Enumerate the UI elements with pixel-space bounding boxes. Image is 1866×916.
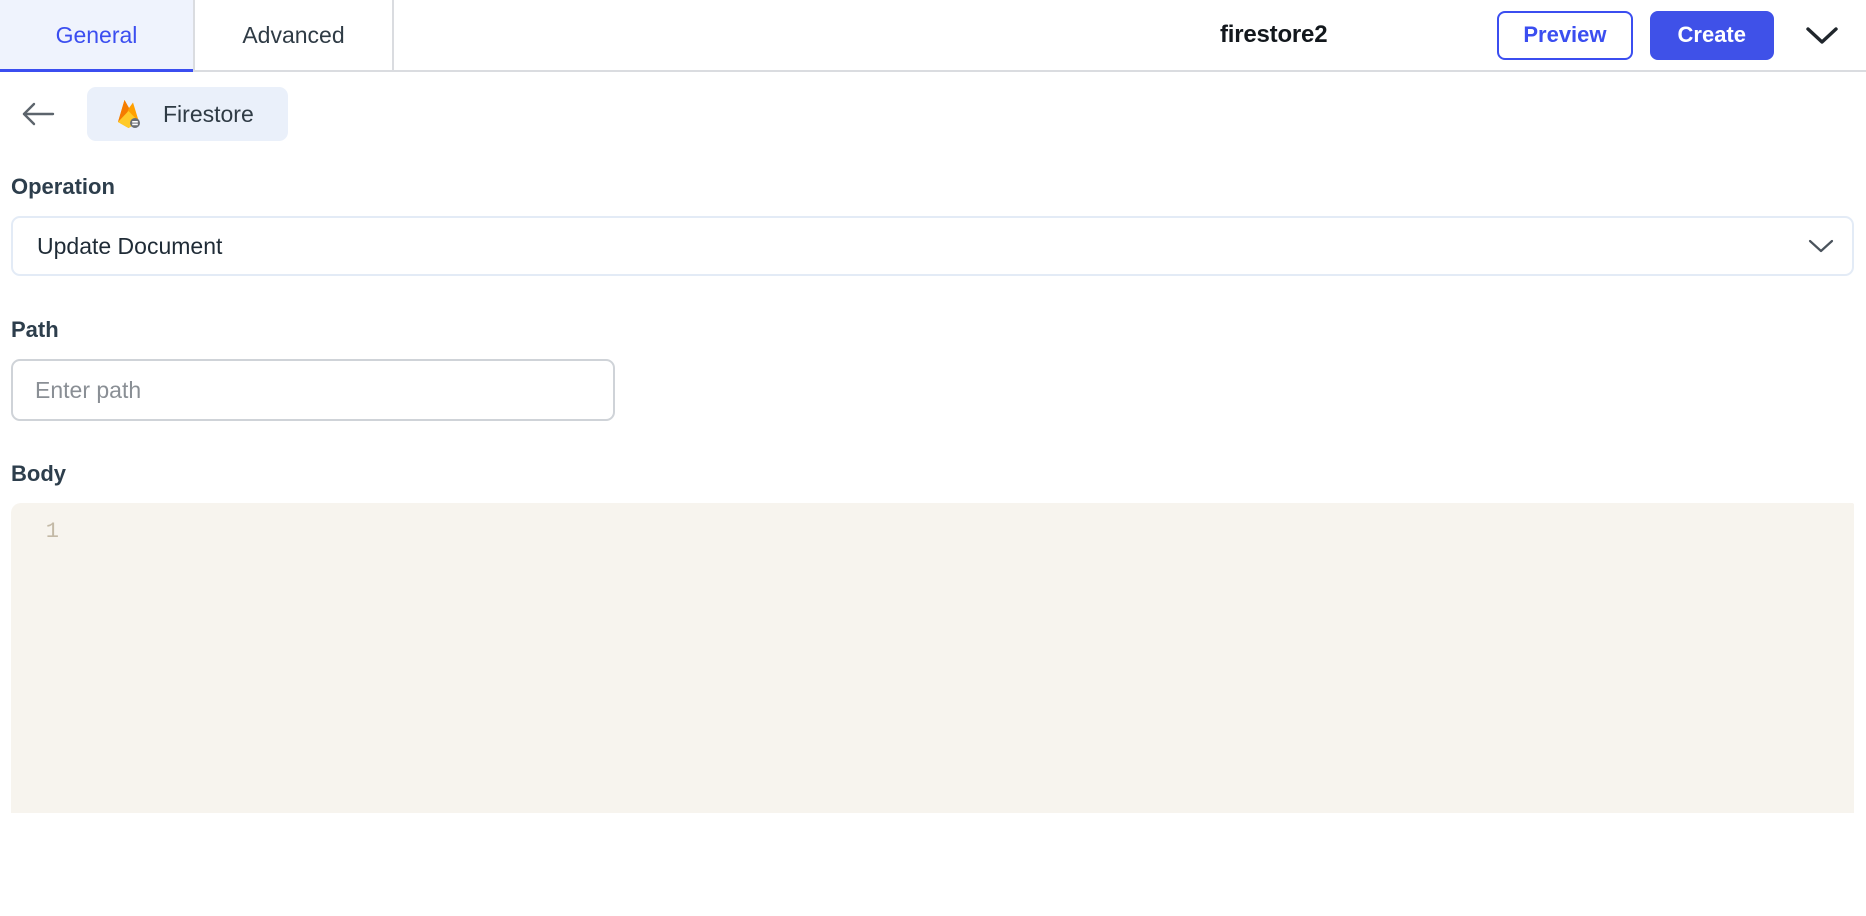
operation-select[interactable]: Update Document	[11, 216, 1854, 276]
line-number: 1	[45, 519, 59, 544]
firebase-firestore-icon	[118, 100, 140, 128]
preview-button[interactable]: Preview	[1497, 10, 1633, 60]
tab-list: General Advanced	[0, 0, 394, 72]
editor-code-area[interactable]	[73, 503, 1854, 813]
breadcrumb: Firestore	[0, 72, 1866, 156]
back-button[interactable]	[12, 88, 64, 140]
operation-select-value: Update Document	[37, 232, 223, 259]
body-code-editor[interactable]: 1	[11, 503, 1854, 813]
operation-select-wrapper: Update Document	[11, 216, 1854, 276]
body-label: Body	[11, 461, 66, 486]
path-label: Path	[11, 317, 59, 342]
top-bar-spacer	[394, 0, 1220, 70]
expand-menu-button[interactable]	[1800, 13, 1844, 57]
arrow-left-icon	[22, 102, 55, 126]
create-button[interactable]: Create	[1649, 10, 1774, 60]
operation-label: Operation	[11, 174, 115, 199]
editor-gutter: 1	[11, 503, 73, 813]
tab-advanced-label: Advanced	[242, 21, 345, 48]
tab-general-label: General	[55, 21, 138, 48]
chevron-down-icon	[1806, 27, 1838, 44]
tab-advanced[interactable]: Advanced	[195, 0, 394, 70]
top-bar: General Advanced firestore2 Preview Crea…	[0, 0, 1866, 72]
page-title: firestore2	[1219, 21, 1328, 48]
path-input[interactable]	[11, 359, 615, 421]
tab-general[interactable]: General	[0, 0, 195, 72]
form-panel: Operation Update Document Path Body 1	[0, 174, 1866, 813]
breadcrumb-item-label: Firestore	[163, 100, 254, 127]
top-bar-actions: firestore2 Preview Create	[1220, 0, 1866, 70]
breadcrumb-item-firestore[interactable]: Firestore	[87, 87, 288, 141]
